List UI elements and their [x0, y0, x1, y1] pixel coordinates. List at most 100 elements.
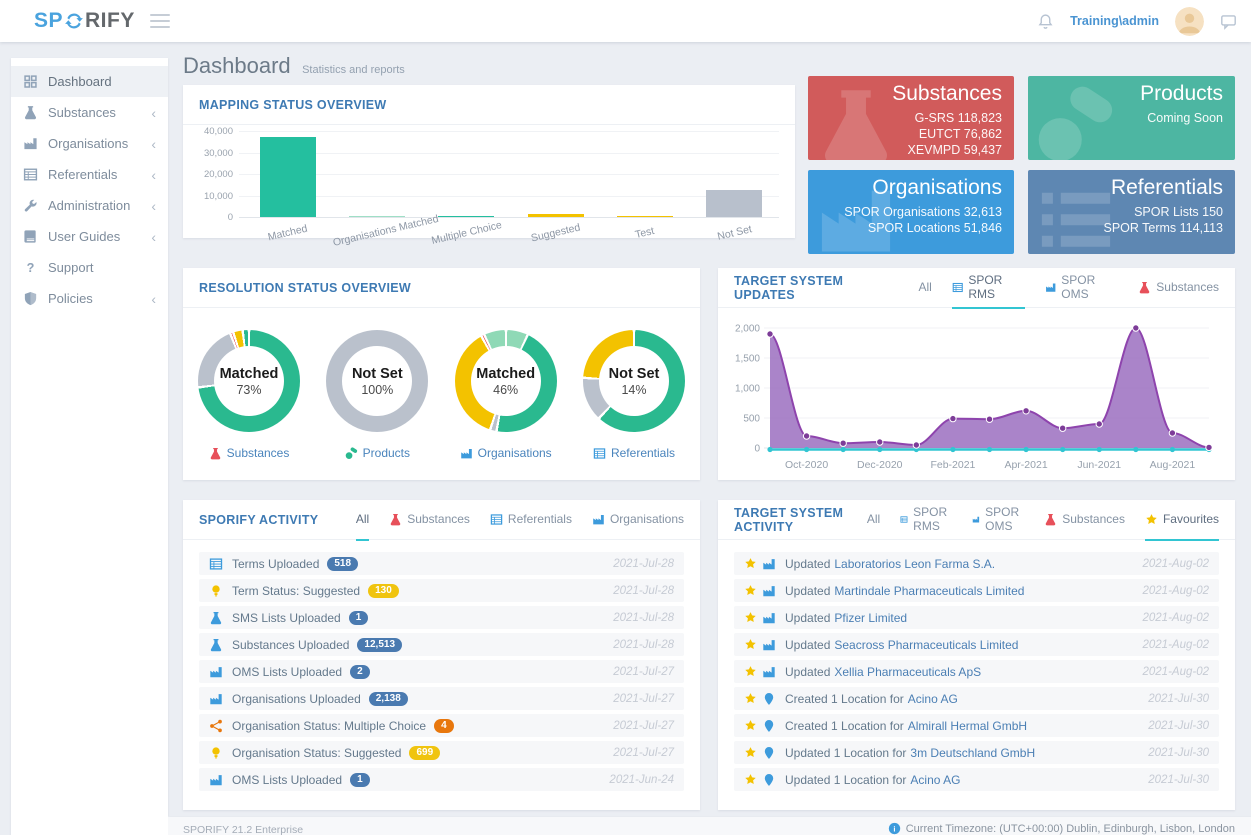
target-tab-all[interactable]: All [867, 500, 880, 541]
tile-organisations[interactable]: OrganisationsSPOR Organisations 32,613SP… [808, 170, 1014, 254]
sidebar-item-dashboard[interactable]: Dashboard [11, 66, 168, 97]
target-tab-spor-oms[interactable]: SPOR OMS [972, 500, 1024, 541]
activity-prefix: Updated [785, 557, 830, 571]
activity-row[interactable]: UpdatedPfizer Limited2021-Aug-02 [734, 606, 1219, 629]
activity-row[interactable]: SMS Lists Uploaded12021-Jul-28 [199, 606, 684, 629]
activity-row[interactable]: Terms Uploaded5182021-Jul-28 [199, 552, 684, 575]
donut-legend-substances[interactable]: Substances [197, 446, 301, 460]
activity-link[interactable]: Xellia Pharmaceuticals ApS [834, 665, 981, 679]
tab-label: SPOR RMS [913, 505, 952, 533]
count-badge: 4 [434, 719, 454, 733]
activity-row[interactable]: Organisations Uploaded2,1382021-Jul-27 [199, 687, 684, 710]
activity-row[interactable]: Organisation Status: Multiple Choice4202… [199, 714, 684, 737]
activity-link[interactable]: Seacross Pharmaceuticals Limited [834, 638, 1018, 652]
target-tab-spor-rms[interactable]: SPOR RMS [900, 500, 952, 541]
updates-tab-all[interactable]: All [919, 268, 932, 309]
target-tab-substances[interactable]: Substances [1044, 500, 1125, 541]
activity-row[interactable]: Organisation Status: Suggested6992021-Ju… [199, 741, 684, 764]
resolution-donuts: Matched73%SubstancesNot Set100%ProductsM… [197, 330, 686, 460]
target-tab-favourites[interactable]: Favourites [1145, 500, 1219, 541]
sidebar-item-user-guides[interactable]: User Guides‹ [11, 221, 168, 252]
sporify-activity-panel: SPORIFY ACTIVITY AllSubstancesReferentia… [183, 500, 700, 810]
x-axis-label: Suggested [511, 217, 601, 249]
donut-ring: Matched73% [198, 330, 300, 432]
activity-link[interactable]: Almirall Hermal GmbH [908, 719, 1027, 733]
sporify-tab-all[interactable]: All [356, 500, 369, 541]
flask-icon [209, 638, 223, 652]
donut-legend-organisations[interactable]: Organisations [454, 446, 558, 460]
activity-link[interactable]: Martindale Pharmaceuticals Limited [834, 584, 1024, 598]
app-logo[interactable]: SP RIFY [34, 9, 135, 33]
count-badge: 2,138 [369, 692, 408, 706]
activity-row[interactable]: OMS Lists Uploaded22021-Jul-27 [199, 660, 684, 683]
activity-row[interactable]: OMS Lists Uploaded12021-Jun-24 [199, 768, 684, 791]
chevron-left-icon: ‹ [151, 137, 156, 151]
table-icon [209, 557, 223, 571]
summary-tiles: SubstancesG-SRS 118,823EUTCT 76,862XEVMP… [808, 76, 1235, 254]
activity-row[interactable]: Updated 1 Location for3m Deutschland Gmb… [734, 741, 1219, 764]
activity-row[interactable]: Substances Uploaded12,5132021-Jul-28 [199, 633, 684, 656]
bar-matched [260, 137, 316, 217]
top-header: SP RIFY Training\admin [0, 0, 1251, 42]
sidebar-item-policies[interactable]: Policies‹ [11, 283, 168, 314]
donut-legend-referentials[interactable]: Referentials [582, 446, 686, 460]
tab-label: SPOR OMS [985, 505, 1024, 533]
sidebar-item-label: Administration [48, 198, 130, 213]
tab-label: SPOR OMS [1061, 273, 1118, 301]
activity-text: Terms Uploaded [232, 557, 319, 571]
updates-tab-spor-oms[interactable]: SPOR OMS [1045, 268, 1119, 309]
updates-tab-spor-rms[interactable]: SPOR RMS [952, 268, 1025, 309]
activity-link[interactable]: Acino AG [910, 773, 960, 787]
user-menu[interactable]: Training\admin [1070, 14, 1159, 28]
bulb-icon [209, 746, 223, 760]
donut-center-label: Not Set [609, 366, 660, 382]
activity-text: Term Status: Suggested [232, 584, 360, 598]
activity-row[interactable]: Created 1 Location forAcino AG2021-Jul-3… [734, 687, 1219, 710]
tile-stats: SPOR Lists 150SPOR Terms 114,113 [1103, 204, 1223, 236]
activity-date: 2021-Jul-27 [613, 693, 674, 705]
sporify-tab-substances[interactable]: Substances [389, 500, 470, 541]
sporify-tab-organisations[interactable]: Organisations [592, 500, 684, 541]
sidebar-item-organisations[interactable]: Organisations‹ [11, 128, 168, 159]
x-axis-label: Organisations Matched [332, 217, 422, 249]
page-head: Dashboard Statistics and reports [183, 53, 405, 79]
chevron-left-icon: ‹ [151, 168, 156, 182]
factory-icon [762, 557, 776, 571]
menu-toggle-icon[interactable] [150, 14, 170, 32]
sporify-tab-referentials[interactable]: Referentials [490, 500, 572, 541]
activity-link[interactable]: Acino AG [908, 692, 958, 706]
bar-test [617, 216, 673, 217]
bell-icon[interactable] [1037, 13, 1054, 30]
svg-text:Feb-2021: Feb-2021 [930, 459, 975, 471]
tile-substances[interactable]: SubstancesG-SRS 118,823EUTCT 76,862XEVMP… [808, 76, 1014, 160]
star-icon [744, 584, 757, 597]
activity-row[interactable]: Updated 1 Location forAcino AG2021-Jul-3… [734, 768, 1219, 791]
donut-legend-products[interactable]: Products [325, 446, 429, 460]
target-system-updates-tabs: All SPOR RMS SPOR OMS Substances [899, 268, 1219, 308]
activity-row[interactable]: UpdatedSeacross Pharmaceuticals Limited2… [734, 633, 1219, 656]
activity-row[interactable]: UpdatedXellia Pharmaceuticals ApS2021-Au… [734, 660, 1219, 683]
activity-row[interactable]: UpdatedLaboratorios Leon Farma S.A.2021-… [734, 552, 1219, 575]
chevron-left-icon: ‹ [151, 106, 156, 120]
share-icon [209, 719, 223, 733]
activity-text: Organisation Status: Multiple Choice [232, 719, 426, 733]
sidebar-item-support[interactable]: ?Support [11, 252, 168, 283]
activity-row[interactable]: Created 1 Location forAlmirall Hermal Gm… [734, 714, 1219, 737]
tile-products[interactable]: ProductsComing Soon [1028, 76, 1235, 160]
avatar[interactable] [1175, 7, 1204, 36]
sidebar-item-substances[interactable]: Substances‹ [11, 97, 168, 128]
sidebar-item-administration[interactable]: Administration‹ [11, 190, 168, 221]
activity-row[interactable]: Term Status: Suggested1302021-Jul-28 [199, 579, 684, 602]
sidebar-item-referentials[interactable]: Referentials‹ [11, 159, 168, 190]
tile-referentials[interactable]: ReferentialsSPOR Lists 150SPOR Terms 114… [1028, 170, 1235, 254]
activity-link[interactable]: Laboratorios Leon Farma S.A. [834, 557, 995, 571]
svg-text:1,000: 1,000 [735, 384, 760, 395]
chat-icon[interactable] [1220, 13, 1237, 30]
activity-link[interactable]: 3m Deutschland GmbH [910, 746, 1035, 760]
svg-text:2,000: 2,000 [735, 324, 760, 335]
activity-date: 2021-Aug-02 [1143, 612, 1210, 624]
activity-link[interactable]: Pfizer Limited [834, 611, 907, 625]
activity-row[interactable]: UpdatedMartindale Pharmaceuticals Limite… [734, 579, 1219, 602]
activity-prefix: Updated 1 Location for [785, 773, 906, 787]
updates-tab-substances[interactable]: Substances [1138, 268, 1219, 309]
